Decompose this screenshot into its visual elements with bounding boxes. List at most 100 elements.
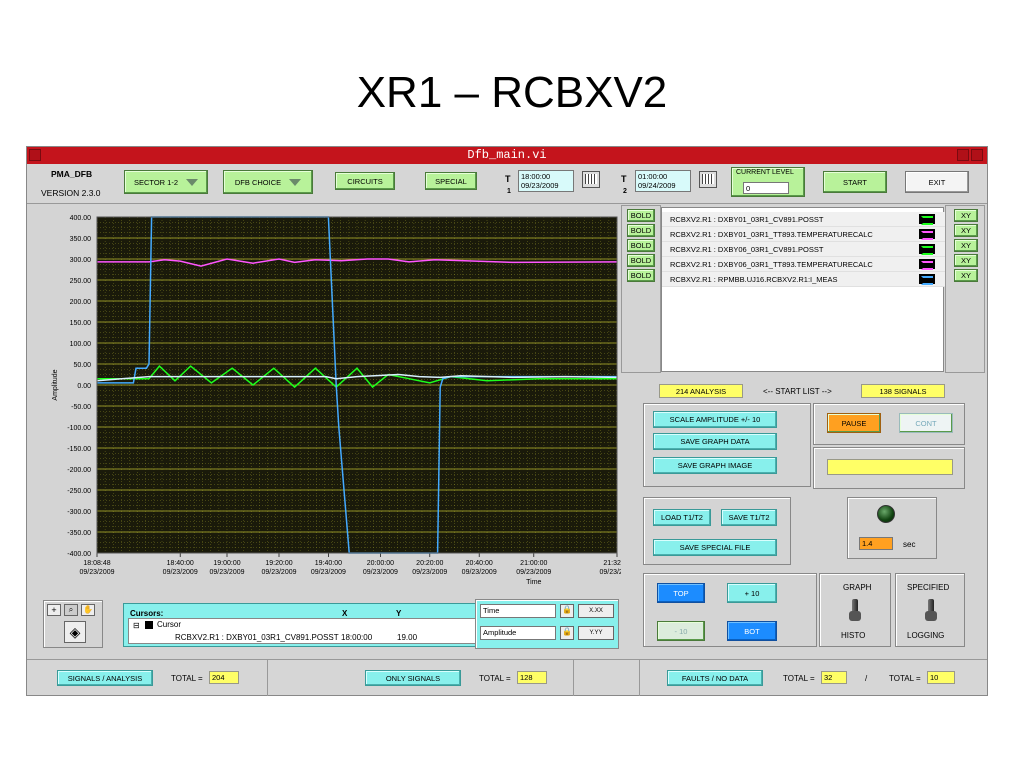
lock-icon[interactable]: 🔒 — [560, 604, 574, 618]
time-scale-field[interactable]: Time — [480, 604, 556, 618]
faults-no-data-button[interactable]: FAULTS / NO DATA — [667, 670, 763, 686]
save-graph-data-button[interactable]: SAVE GRAPH DATA — [653, 433, 777, 450]
y-tick-label: 300.00 — [70, 257, 92, 264]
amplitude-chart[interactable]: 400.00 350.00 300.00 250.00 200.00 150.00 100.… — [27, 205, 621, 593]
y-tick-label: 0.00 — [77, 383, 91, 390]
signal-bold-button[interactable]: BOLD — [627, 239, 655, 252]
y-tick-label: 350.00 — [70, 236, 92, 243]
t1-letter: T — [505, 174, 511, 184]
signal-row[interactable]: RCBXV2.R1 : RPMBB.UJ16.RCBXV2.R1:I_MEAS — [662, 272, 945, 287]
t2-calendar-icon[interactable] — [699, 171, 717, 188]
signal-xy-button[interactable]: XY — [954, 239, 978, 252]
x-tick-date: 09/23/2009 — [261, 569, 296, 576]
minus10-button[interactable]: - 10 — [657, 621, 705, 641]
signal-color-swatch-icon[interactable] — [919, 244, 935, 255]
exit-button[interactable]: EXIT — [905, 171, 969, 193]
interval-field[interactable]: 1.4 — [859, 537, 893, 550]
signal-name: RCBXV2.R1 : RPMBB.UJ16.RCBXV2.R1:I_MEAS — [670, 275, 838, 284]
window-title: Dfb_main.vi — [467, 148, 547, 162]
x-format-icon[interactable]: X.XX — [578, 604, 614, 618]
cursor-y-value: 19.00 — [397, 633, 418, 642]
special-button[interactable]: SPECIAL — [425, 172, 477, 190]
signal-row[interactable]: RCBXV2.R1 : DXBY06_03R1_TT893.TEMPERATUR… — [662, 257, 945, 272]
signal-list[interactable]: RCBXV2.R1 : DXBY01_03R1_CV891.POSST RCBXV… — [661, 207, 945, 372]
t1-datetime-field[interactable]: 18:00:00 09/23/2009 — [518, 170, 574, 192]
t1-time: 18:00:00 — [521, 172, 551, 181]
save-graph-image-button[interactable]: SAVE GRAPH IMAGE — [653, 457, 777, 474]
y-format-icon[interactable]: Y.YY — [578, 626, 614, 640]
status-led-icon — [877, 505, 895, 523]
x-tick-date: 09/23/2009 — [462, 569, 497, 576]
t2-datetime-field[interactable]: 01:00:00 09/24/2009 — [635, 170, 691, 192]
y-tick-label: -250.00 — [67, 488, 91, 495]
signal-row[interactable]: RCBXV2.R1 : DXBY01_03R1_CV891.POSST — [662, 212, 945, 227]
signal-bold-button[interactable]: BOLD — [627, 269, 655, 282]
window-minimize-icon[interactable] — [957, 149, 969, 161]
dfb-choice-dropdown[interactable]: DFB CHOICE — [223, 170, 313, 194]
signal-color-swatch-icon[interactable] — [919, 214, 935, 225]
cursor-header: Cursors: — [130, 609, 164, 618]
signal-color-swatch-icon[interactable] — [919, 274, 935, 285]
scale-amplitude-button[interactable]: SCALE AMPLITUDE +/- 10 — [653, 411, 777, 428]
window-menu-icon[interactable] — [29, 149, 41, 161]
x-tick-time: 21:32:01 — [603, 560, 621, 567]
lock-icon[interactable]: 🔒 — [560, 626, 574, 640]
zoom-icon[interactable]: ⌕ — [64, 604, 78, 616]
signal-row[interactable]: RCBXV2.R1 : DXBY06_03R1_CV891.POSST — [662, 242, 945, 257]
start-list-label: <-- START LIST --> — [763, 387, 832, 396]
logging-label: LOGGING — [907, 631, 945, 640]
x-tick-date: 09/23/2009 — [363, 569, 398, 576]
top-toolbar: PMA_DFB VERSION 2.3.0 SECTOR 1-2 DFB CHO… — [27, 164, 987, 204]
only-signals-button[interactable]: ONLY SIGNALS — [365, 670, 461, 686]
app-name: PMA_DFB — [51, 169, 93, 179]
cont-button[interactable]: CONT — [899, 413, 953, 433]
signal-color-swatch-icon[interactable] — [919, 259, 935, 270]
start-button[interactable]: START — [823, 171, 887, 193]
window-titlebar[interactable]: Dfb_main.vi — [27, 147, 987, 164]
save-special-file-button[interactable]: SAVE SPECIAL FILE — [653, 539, 777, 556]
signals-analysis-button[interactable]: SIGNALS / ANALYSIS — [57, 670, 153, 686]
signal-name: RCBXV2.R1 : DXBY01_03R1_CV891.POSST — [670, 215, 824, 224]
specified-label: SPECIFIED — [907, 583, 950, 592]
signal-xy-button[interactable]: XY — [954, 254, 978, 267]
total3-value: 32 — [821, 671, 847, 684]
specified-logging-toggle-icon[interactable] — [925, 599, 937, 621]
cursor-move-icon[interactable]: ◈ — [64, 621, 86, 643]
pan-hand-icon[interactable]: ✋ — [81, 604, 95, 616]
signal-bold-button[interactable]: BOLD — [627, 209, 655, 222]
signal-bold-button[interactable]: BOLD — [627, 254, 655, 267]
window-close-icon[interactable] — [971, 149, 983, 161]
graph-histo-toggle-icon[interactable] — [849, 599, 861, 621]
save-t1t2-button[interactable]: SAVE T1/T2 — [721, 509, 777, 526]
t2-date: 09/24/2009 — [638, 181, 676, 190]
expand-icon[interactable]: ⊟ — [133, 621, 140, 630]
signal-row[interactable]: RCBXV2.R1 : DXBY01_03R1_TT893.TEMPERATUR… — [662, 227, 945, 242]
y-axis-label: Amplitude — [52, 369, 59, 400]
signal-xy-button[interactable]: XY — [954, 269, 978, 282]
total1-value: 204 — [209, 671, 239, 684]
labview-window: Dfb_main.vi PMA_DFB VERSION 2.3.0 SECTOR… — [26, 146, 988, 696]
current-level-input[interactable]: 0 — [743, 182, 789, 194]
crosshair-icon[interactable]: + — [47, 604, 61, 616]
sector-dropdown[interactable]: SECTOR 1-2 — [124, 170, 208, 194]
x-axis-label: Time — [526, 579, 541, 586]
total3-label: TOTAL = — [783, 674, 815, 683]
signal-xy-button[interactable]: XY — [954, 224, 978, 237]
t1-number: 1 — [507, 188, 511, 195]
load-t1t2-button[interactable]: LOAD T1/T2 — [653, 509, 711, 526]
top-button[interactable]: TOP — [657, 583, 705, 603]
amplitude-scale-field[interactable]: Amplitude — [480, 626, 556, 640]
total1-label: TOTAL = — [171, 674, 203, 683]
signal-name: RCBXV2.R1 : DXBY06_03R1_CV891.POSST — [670, 245, 824, 254]
signal-color-swatch-icon[interactable] — [919, 229, 935, 240]
total-slash: / — [865, 674, 868, 683]
t1-calendar-icon[interactable] — [582, 171, 600, 188]
plus10-button[interactable]: + 10 — [727, 583, 777, 603]
cursor-legend[interactable]: Cursors: X Y ⊟ Cursor RCBXV2.R1 : DXBY01… — [123, 603, 489, 647]
x-tick-date: 09/23/2009 — [79, 569, 114, 576]
circuits-button[interactable]: CIRCUITS — [335, 172, 395, 190]
signal-bold-button[interactable]: BOLD — [627, 224, 655, 237]
bot-button[interactable]: BOT — [727, 621, 777, 641]
signal-xy-button[interactable]: XY — [954, 209, 978, 222]
pause-button[interactable]: PAUSE — [827, 413, 881, 433]
